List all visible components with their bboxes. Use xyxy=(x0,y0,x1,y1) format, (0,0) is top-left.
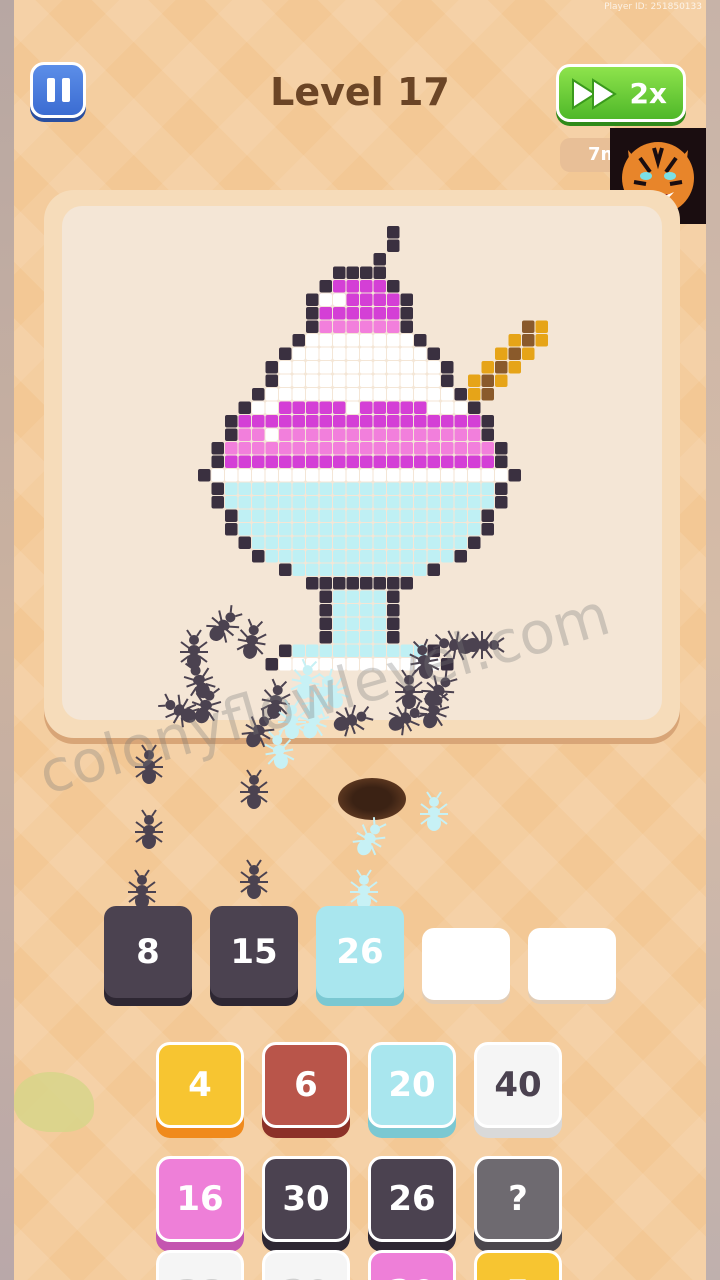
tile-value: 5 xyxy=(506,1273,530,1280)
queue-slot-1[interactable]: 8 xyxy=(104,906,192,998)
tile-r3-c2[interactable]: 20 xyxy=(262,1250,350,1280)
ant xyxy=(180,629,208,669)
queue-slot-value: 15 xyxy=(230,932,278,972)
tile-r3-c1[interactable]: 38 xyxy=(156,1250,244,1280)
tile-value: 38 xyxy=(176,1273,223,1280)
ant xyxy=(420,791,448,831)
queue-slot-value: 8 xyxy=(136,932,160,972)
queue-slot-2[interactable]: 15 xyxy=(210,906,298,998)
left-blur-border xyxy=(0,0,14,1280)
right-blur-border xyxy=(706,0,720,1280)
ant xyxy=(206,605,243,643)
queue-slot-3[interactable]: 26 xyxy=(316,906,404,998)
tile-r1-c3[interactable]: 20 xyxy=(368,1042,456,1128)
tile-value: 20 xyxy=(388,1065,436,1105)
tile-value: 4 xyxy=(188,1065,212,1105)
tile-value: 20 xyxy=(282,1273,329,1280)
tile-r2-c2[interactable]: 30 xyxy=(262,1156,350,1242)
tile-r1-c1[interactable]: 4 xyxy=(156,1042,244,1128)
ant xyxy=(236,618,267,659)
ant xyxy=(135,809,163,849)
tile-r2-c3[interactable]: 26 xyxy=(368,1156,456,1242)
ant xyxy=(350,869,378,909)
queue-slot-4 xyxy=(422,928,510,1000)
game-screen: Player ID: 251850133 Level 17 2x 7m colo… xyxy=(14,0,706,1280)
tile-r1-c2[interactable]: 6 xyxy=(262,1042,350,1128)
tile-r3-c3[interactable]: 20 xyxy=(368,1250,456,1280)
tile-r1-c4[interactable]: 40 xyxy=(474,1042,562,1128)
ant xyxy=(240,859,268,899)
tile-value: 26 xyxy=(388,1179,436,1219)
tile-r3-c4[interactable]: 5 xyxy=(474,1250,562,1280)
tile-value: 30 xyxy=(282,1179,330,1219)
tile-value: 20 xyxy=(388,1273,435,1280)
tile-value: 16 xyxy=(176,1179,224,1219)
tile-value: 6 xyxy=(294,1065,318,1105)
queue-slot-5 xyxy=(528,928,616,1000)
tile-value: 40 xyxy=(494,1065,542,1105)
ant xyxy=(352,817,387,856)
tile-r2-c4-mystery[interactable]: ? xyxy=(474,1156,562,1242)
ant xyxy=(128,869,156,909)
ant xyxy=(240,769,268,809)
mystery-tile-value: ? xyxy=(508,1179,528,1219)
queue-slot-value: 26 xyxy=(336,932,384,972)
tile-r2-c1[interactable]: 16 xyxy=(156,1156,244,1242)
